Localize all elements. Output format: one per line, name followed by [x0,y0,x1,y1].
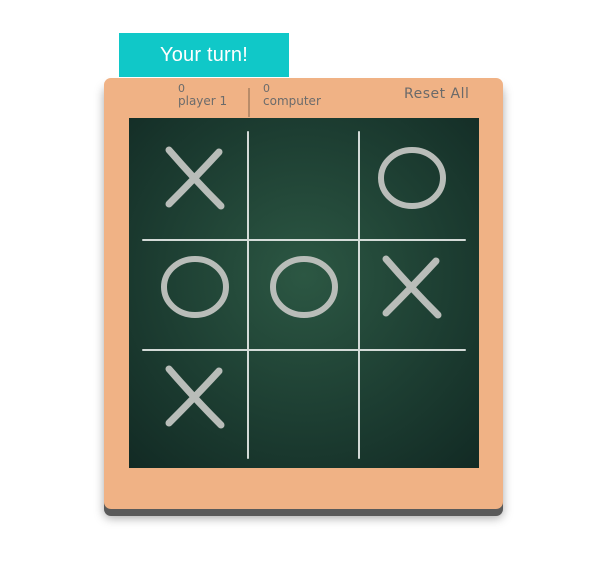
board-cell-9[interactable] [360,345,465,450]
board-cell-5[interactable] [252,235,357,340]
game-board [129,118,479,468]
board-cell-4[interactable] [143,235,248,340]
scoreboard: 0 player 1 0 computer Reset All [104,78,503,118]
board-cell-3[interactable] [360,126,465,231]
board-cell-6[interactable] [360,235,465,340]
reset-all-button[interactable]: Reset All [404,86,469,102]
board-frame: 0 player 1 0 computer Reset All [104,78,503,509]
board-cell-7[interactable] [143,345,248,450]
computer-score: 0 computer [263,82,343,108]
turn-status-banner: Your turn! [119,33,289,77]
player-score: 0 player 1 [178,82,248,108]
board-cell-2[interactable] [252,126,357,231]
board-grid [142,126,466,459]
player-score-label: player 1 [178,94,228,108]
game-stage: Your turn! 0 player 1 0 computer Reset A… [0,0,589,580]
board-cell-8[interactable] [252,345,357,450]
computer-score-label: computer [263,94,321,108]
board-cell-1[interactable] [143,126,248,231]
score-divider [248,88,250,117]
